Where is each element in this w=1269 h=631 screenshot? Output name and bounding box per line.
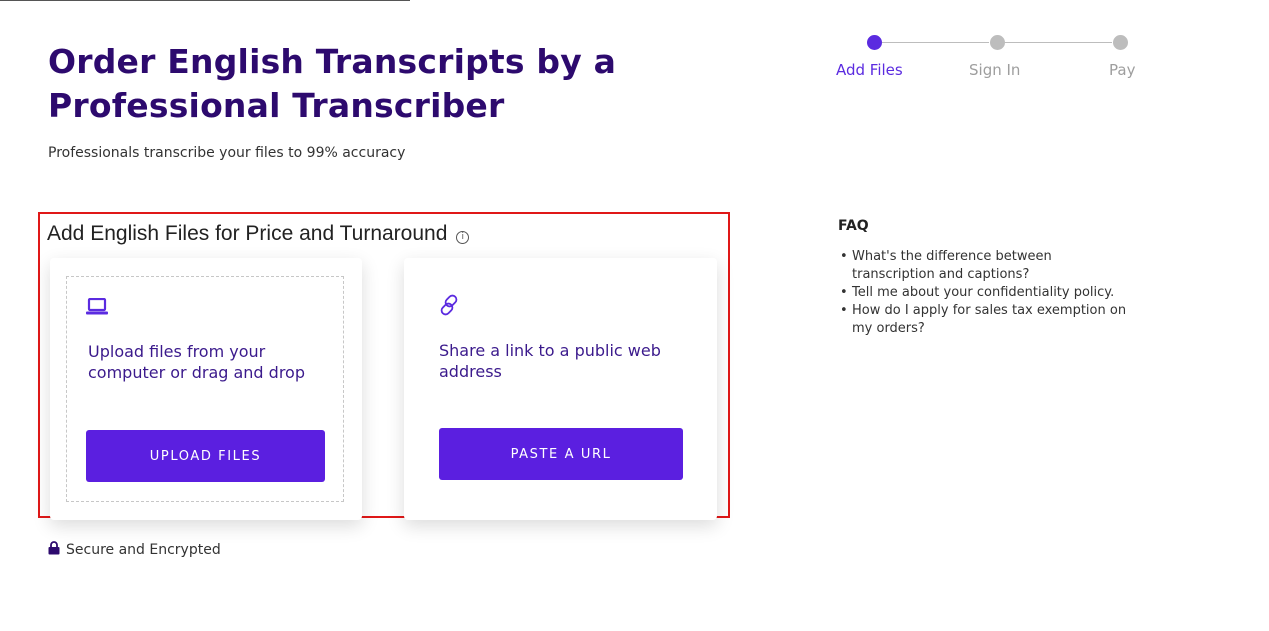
page-subtitle: Professionals transcribe your files to 9… [48, 145, 406, 161]
page-title-line-1: Order English Transcripts by a [48, 42, 617, 81]
secure-notice: Secure and Encrypted [48, 541, 221, 559]
faq-item-line: How do I apply for sales tax exemption o… [852, 303, 1127, 318]
step-label-sign-in[interactable]: Sign In [969, 61, 1020, 79]
step-connector-1 [882, 42, 989, 43]
step-dot-pay [1113, 35, 1128, 50]
progress-stepper: Add Files Sign In Pay [830, 33, 1140, 93]
add-files-heading: Add English Files for Price and Turnarou… [47, 222, 470, 246]
step-label-pay[interactable]: Pay [1109, 61, 1135, 79]
secure-label: Secure and Encrypted [66, 542, 221, 558]
faq-heading: FAQ [838, 218, 869, 234]
upload-description-line-2: computer or drag and drop [88, 363, 305, 382]
step-dot-sign-in [990, 35, 1005, 50]
faq-item-line: my orders? [852, 321, 925, 336]
faq-item[interactable]: What's the difference between transcript… [838, 248, 1178, 284]
upload-card[interactable]: Upload files from your computer or drag … [50, 258, 362, 520]
faq-list: What's the difference between transcript… [838, 248, 1178, 338]
laptop-icon [86, 297, 108, 320]
url-description: Share a link to a public web address [439, 340, 709, 382]
step-connector-2 [1005, 42, 1112, 43]
top-divider [0, 0, 410, 1]
url-card[interactable]: Share a link to a public web address PAS… [404, 258, 717, 520]
faq-section: FAQ What's the difference between transc… [838, 218, 1178, 338]
faq-item[interactable]: How do I apply for sales tax exemption o… [838, 302, 1178, 338]
paste-url-button[interactable]: PASTE A URL [439, 428, 683, 480]
faq-item-line: Tell me about your confidentiality polic… [852, 285, 1115, 300]
info-icon[interactable]: i [456, 231, 470, 244]
faq-item-line: What's the difference between [852, 249, 1052, 264]
upload-files-button[interactable]: UPLOAD FILES [86, 430, 325, 482]
faq-item[interactable]: Tell me about your confidentiality polic… [838, 284, 1178, 302]
page-title-line-2: Professional Transcriber [48, 86, 505, 125]
link-icon [438, 294, 460, 320]
lock-icon [48, 541, 60, 559]
upload-description-line-1: Upload files from your [88, 342, 266, 361]
add-files-heading-text: Add English Files for Price and Turnarou… [47, 222, 448, 245]
step-dot-add-files [867, 35, 882, 50]
url-description-line-2: address [439, 362, 502, 381]
faq-item-line: transcription and captions? [852, 267, 1030, 282]
upload-description: Upload files from your computer or drag … [88, 341, 348, 383]
url-description-line-1: Share a link to a public web [439, 341, 661, 360]
step-label-add-files[interactable]: Add Files [836, 61, 903, 79]
page-title: Order English Transcripts by a Professio… [48, 40, 748, 128]
